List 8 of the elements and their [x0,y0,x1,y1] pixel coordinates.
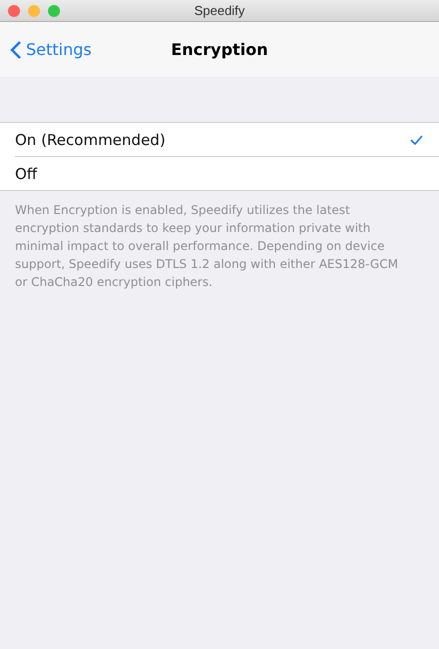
zoom-button[interactable] [48,5,60,17]
back-button[interactable]: Settings [8,22,94,77]
close-button[interactable] [8,5,20,17]
chevron-left-icon [10,40,22,60]
page-title: Encryption [170,40,268,59]
window-title: Speedify [194,3,245,18]
description-text: When Encryption is enabled, Speedify utilizes the latest encryption standards to keep your information private with minimal impact to overall performance. Depending on device support, Speedify uses DTLS 1.2 along with either AES128-GCM or ChaCha20 encryption ciphers. [14,202,400,291]
minimize-button[interactable] [28,5,40,17]
